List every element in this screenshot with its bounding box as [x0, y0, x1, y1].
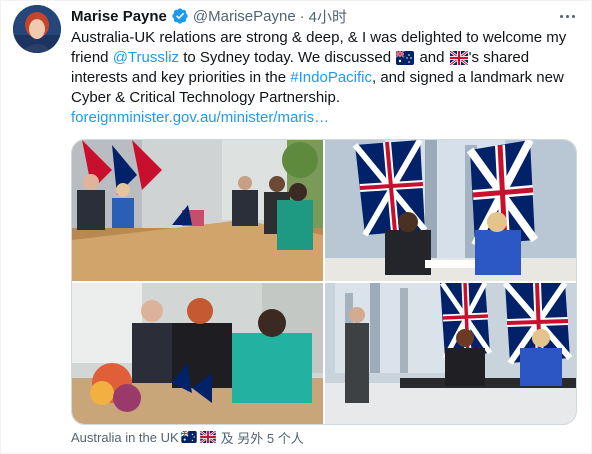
author-handle[interactable]: @MarisePayne: [193, 8, 296, 25]
hashtag-link[interactable]: #IndoPacific: [290, 69, 372, 86]
uk-flag-emoji: [448, 49, 469, 67]
avatar[interactable]: [13, 5, 61, 53]
tagged-user-name: Australia in the UK: [71, 429, 179, 445]
text-segment: to Sydney today. We discussed: [179, 49, 396, 66]
mention-link[interactable]: @Trussliz: [113, 49, 179, 66]
photo-meeting-closeup[interactable]: [72, 283, 323, 424]
tweet-time[interactable]: 4小时: [309, 6, 347, 27]
uk-flag-emoji: [199, 430, 217, 444]
photo-meeting-table[interactable]: [72, 140, 323, 281]
tagged-more-count: 及 另外 5 个人: [220, 430, 304, 446]
text-segment: and: [415, 49, 449, 66]
tweet-card[interactable]: Marise Payne @MarisePayne · 4小时 Australi…: [0, 0, 592, 454]
more-dots-icon[interactable]: [557, 7, 577, 25]
photo-signing-ceremony[interactable]: [325, 283, 576, 424]
tweet-header: Marise Payne @MarisePayne · 4小时: [71, 6, 347, 26]
australia-flag-emoji: [180, 430, 197, 443]
separator: ·: [299, 7, 305, 25]
tweet-text: Australia-UK relations are strong & deep…: [71, 28, 579, 128]
australia-flag-emoji: [395, 50, 415, 65]
author-name[interactable]: Marise Payne: [71, 8, 167, 25]
tagged-users[interactable]: Australia in the UK 及 另外 5 个人: [71, 429, 304, 446]
media-grid: [71, 139, 577, 425]
external-url-link[interactable]: foreignminister.gov.au/minister/maris…: [71, 109, 329, 126]
photo-flags-signing[interactable]: [325, 140, 576, 281]
verified-badge-icon: [171, 7, 189, 25]
